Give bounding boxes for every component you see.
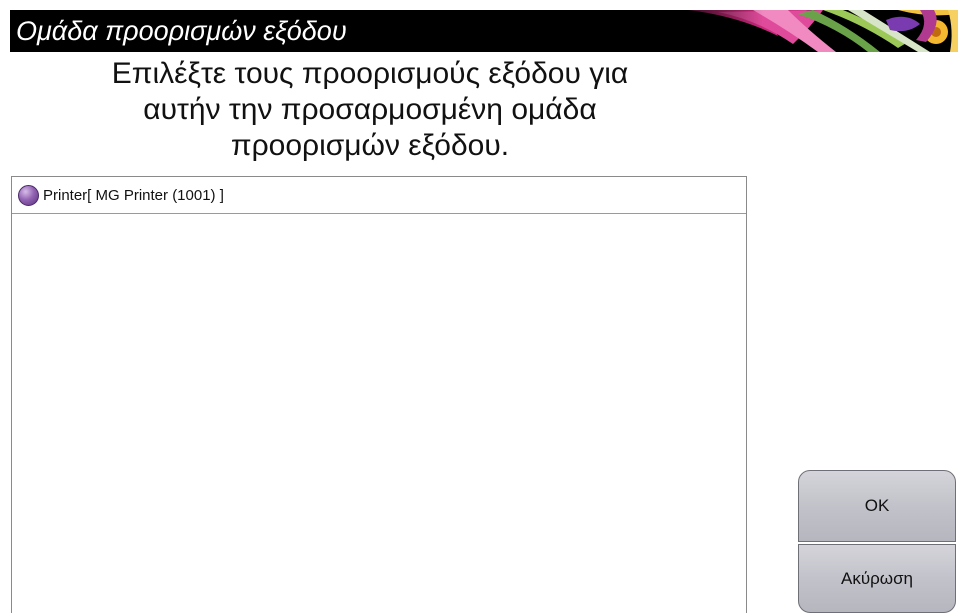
flower-banner-image xyxy=(658,10,958,52)
ok-button[interactable]: OK xyxy=(798,470,956,542)
radio-unselected-icon[interactable] xyxy=(18,184,39,206)
instructions-text: Επιλέξτε τους προορισμούς εξόδου για αυτ… xyxy=(111,57,629,162)
button-panel: OK Ακύρωση xyxy=(798,470,958,613)
destination-label: Printer[ MG Printer (1001) ] xyxy=(43,186,224,204)
cancel-button[interactable]: Ακύρωση xyxy=(798,544,956,613)
title-bar: Ομάδα προορισμών εξόδου xyxy=(10,10,958,52)
top-strip xyxy=(10,0,958,10)
destination-list[interactable]: Printer[ MG Printer (1001) ] xyxy=(11,176,747,613)
list-item-printer[interactable]: Printer[ MG Printer (1001) ] xyxy=(12,177,746,214)
window-title: Ομάδα προορισμών εξόδου xyxy=(16,16,347,46)
